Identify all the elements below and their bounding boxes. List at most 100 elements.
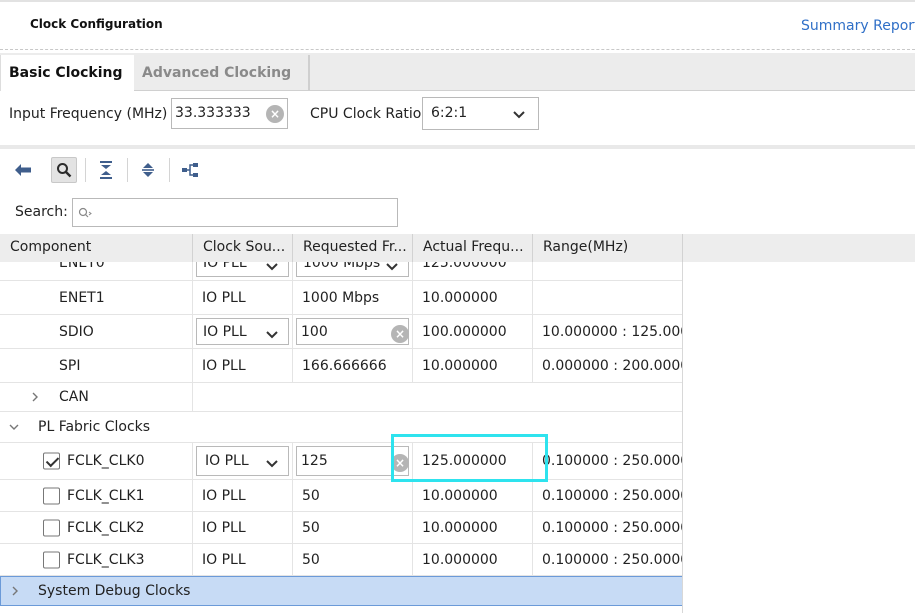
clock-source-value: IO PLL xyxy=(202,551,246,568)
toolbar-separator xyxy=(127,158,128,182)
requested-frequency-value: 50 xyxy=(302,487,320,504)
clock-source-value: IO PLL xyxy=(202,289,246,306)
requested-frequency-value: 100 xyxy=(301,323,328,340)
search-label: Search: xyxy=(15,204,68,220)
table-row[interactable]: FCLK_CLK1 IO PLL 50 10.000000 0.100000 :… xyxy=(0,480,682,512)
search-icon xyxy=(78,207,92,218)
fclk3-checkbox[interactable] xyxy=(43,551,60,568)
group-name: System Debug Clocks xyxy=(38,583,191,599)
chevron-right-icon[interactable] xyxy=(29,391,41,403)
clock-source-select[interactable]: IO PLL xyxy=(196,262,289,277)
component-name: FCLK_CLK3 xyxy=(67,551,145,568)
component-name: FCLK_CLK1 xyxy=(67,487,145,504)
requested-frequency-value: 166.666666 xyxy=(302,357,387,374)
fclk1-checkbox[interactable] xyxy=(43,487,60,504)
chevron-right-icon[interactable] xyxy=(9,585,21,597)
table-row[interactable]: SPI IO PLL 166.666666 10.000000 0.000000… xyxy=(0,349,682,383)
clear-icon[interactable]: × xyxy=(391,325,409,343)
actual-frequency-value: 10.000000 xyxy=(422,551,498,568)
expand-all-button[interactable] xyxy=(135,157,161,183)
actual-frequency-value: 125.000000 xyxy=(422,453,507,469)
clock-source-value: IO PLL xyxy=(205,453,249,469)
component-name: SDIO xyxy=(59,323,94,340)
requested-frequency-input[interactable]: 100 × xyxy=(296,318,409,345)
table-header: Component Clock Sou... Requested Fr... A… xyxy=(0,234,915,262)
clock-table-body: ENET0 IO PLL 1000 Mbps 125.000000 ENET1 … xyxy=(0,262,683,613)
actual-frequency-value: 125.000000 xyxy=(422,262,507,271)
clear-icon[interactable]: × xyxy=(266,105,284,123)
chevron-down-icon xyxy=(513,111,525,119)
range-value: 0.100000 : 250.000000 xyxy=(542,551,682,568)
hierarchy-button[interactable] xyxy=(177,157,203,183)
tab-strip: Basic Clocking Advanced Clocking xyxy=(0,53,915,91)
fclk0-checkbox[interactable] xyxy=(43,452,60,470)
clear-icon[interactable]: × xyxy=(391,454,409,472)
chevron-down-icon xyxy=(266,263,278,271)
cpu-clock-ratio-label: CPU Clock Ratio xyxy=(310,106,422,122)
table-row[interactable]: FCLK_CLK0 IO PLL 125 × 125.000000 0.1000… xyxy=(0,443,682,480)
group-name: PL Fabric Clocks xyxy=(38,419,151,435)
component-name: CAN xyxy=(59,389,89,405)
toolbar-separator xyxy=(169,158,170,182)
page-header: Clock Configuration Summary Report xyxy=(0,0,915,50)
requested-frequency-value: 125 xyxy=(301,453,328,469)
requested-frequency-value: 1000 Mbps xyxy=(302,289,380,306)
table-row-group-can[interactable]: CAN xyxy=(0,383,682,412)
table-row[interactable]: SDIO IO PLL 100 × 100.000000 10.000000 :… xyxy=(0,315,682,349)
column-header-range[interactable]: Range(MHz) xyxy=(533,234,683,262)
table-row-group-system-debug[interactable]: System Debug Clocks xyxy=(0,576,682,606)
column-header-component[interactable]: Component xyxy=(0,234,193,262)
table-row[interactable]: ENET1 IO PLL 1000 Mbps 10.000000 xyxy=(0,281,682,315)
chevron-down-icon xyxy=(266,460,278,468)
cpu-clock-ratio-select[interactable]: 6:2:1 xyxy=(422,97,539,130)
hierarchy-icon xyxy=(182,163,198,177)
input-frequency-value: 33.333333 xyxy=(175,105,251,121)
tab-basic-clocking[interactable]: Basic Clocking xyxy=(0,55,134,91)
chevron-down-icon xyxy=(266,331,278,339)
table-row[interactable]: ENET0 IO PLL 1000 Mbps 125.000000 xyxy=(0,262,682,281)
tab-advanced-clocking[interactable]: Advanced Clocking xyxy=(134,55,310,91)
column-header-clock-source[interactable]: Clock Sou... xyxy=(193,234,293,262)
divider xyxy=(0,145,915,149)
back-button[interactable] xyxy=(10,157,36,183)
component-name: SPI xyxy=(59,357,81,374)
chevron-down-icon xyxy=(386,263,398,271)
component-name: ENET0 xyxy=(59,262,105,271)
fclk2-checkbox[interactable] xyxy=(43,519,60,536)
table-row[interactable]: FCLK_CLK2 IO PLL 50 10.000000 0.100000 :… xyxy=(0,512,682,544)
requested-frequency-value: 50 xyxy=(302,551,320,568)
actual-frequency-value: 10.000000 xyxy=(422,519,498,536)
table-row[interactable]: FCLK_CLK3 IO PLL 50 10.000000 0.100000 :… xyxy=(0,544,682,576)
actual-frequency-value: 10.000000 xyxy=(422,487,498,504)
component-name: FCLK_CLK0 xyxy=(67,453,145,469)
range-value: 0.000000 : 200.000000 xyxy=(542,357,682,374)
requested-frequency-input[interactable]: 125 × xyxy=(296,446,409,476)
clock-source-value: IO PLL xyxy=(202,357,246,374)
clock-source-select[interactable]: IO PLL xyxy=(196,318,289,345)
collapse-all-button[interactable] xyxy=(93,157,119,183)
column-header-requested-frequency[interactable]: Requested Fr... xyxy=(293,234,413,262)
actual-frequency-value: 10.000000 xyxy=(422,357,498,374)
chevron-down-icon[interactable] xyxy=(8,421,20,433)
range-value: 0.100000 : 250.000000 xyxy=(542,487,682,504)
back-arrow-icon xyxy=(15,164,31,176)
requested-frequency-value: 50 xyxy=(302,519,320,536)
search-icon xyxy=(57,163,72,178)
page-title: Clock Configuration xyxy=(30,17,163,31)
actual-frequency-value: 100.000000 xyxy=(422,323,507,340)
summary-report-link[interactable]: Summary Report xyxy=(801,18,915,34)
column-header-actual-frequency[interactable]: Actual Frequ... xyxy=(413,234,533,262)
clock-source-value: IO PLL xyxy=(202,487,246,504)
requested-frequency-select[interactable]: 1000 Mbps xyxy=(296,262,409,277)
cpu-clock-ratio-value: 6:2:1 xyxy=(431,105,468,121)
input-frequency-label: Input Frequency (MHz) xyxy=(9,106,168,122)
clock-source-select[interactable]: IO PLL xyxy=(196,446,289,476)
input-frequency-field[interactable]: 33.333333 × xyxy=(171,98,288,129)
table-row-group-pl-fabric[interactable]: PL Fabric Clocks xyxy=(0,412,682,443)
clock-source-value: IO PLL xyxy=(203,262,247,271)
range-value: 10.000000 : 125.000000 xyxy=(542,323,682,340)
range-value: 0.100000 : 250.000000 xyxy=(542,453,682,469)
search-input[interactable] xyxy=(72,198,398,227)
search-toggle-button[interactable] xyxy=(51,157,77,183)
toolbar-separator xyxy=(85,158,86,182)
